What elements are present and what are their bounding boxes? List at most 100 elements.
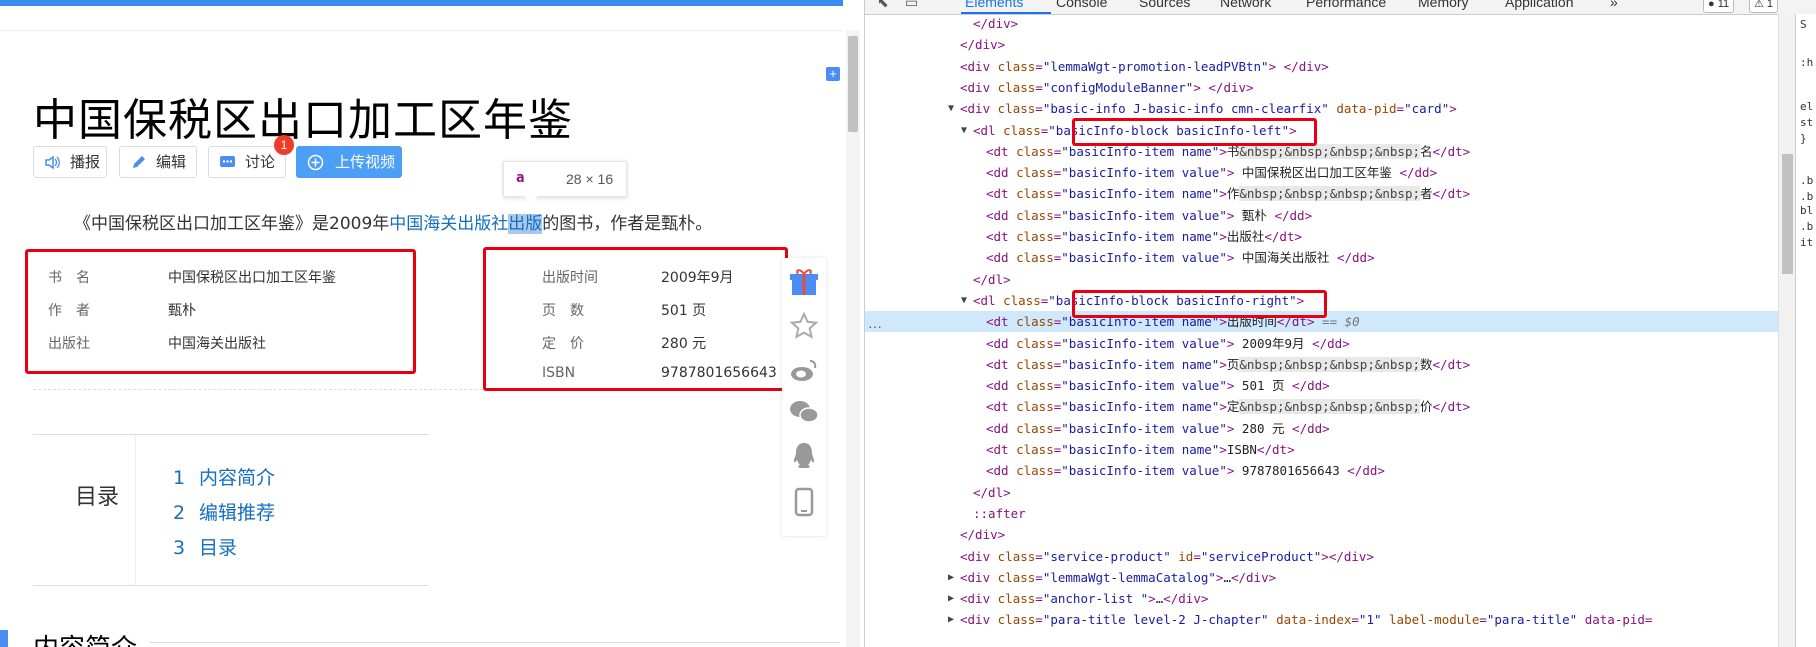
dom-node-line[interactable]: <div class="anchor-list ">…</div> <box>960 588 1208 609</box>
dom-node-line[interactable]: <div class="lemmaWgt-promotion-leadPVBtn… <box>960 56 1329 77</box>
styles-rule-fragment: S <box>1800 18 1807 31</box>
summary-text-before: 《中国保税区出口加工区年鉴》是2009年 <box>74 214 390 234</box>
device-toolbar-icon[interactable]: ▭ <box>905 0 918 11</box>
dom-node-line[interactable]: <div class="lemmaWgt-lemmaCatalog">…</di… <box>960 567 1276 588</box>
chat-icon <box>220 156 235 167</box>
weibo-icon[interactable] <box>786 352 822 388</box>
styles-pane[interactable]: S:h el st} .b .b bl .b it <box>1795 14 1816 647</box>
page-scrollbar[interactable] <box>846 30 860 647</box>
dom-node-line[interactable]: <dd class="basicInfo-item value"> 978780… <box>986 460 1385 481</box>
collapse-triangle-icon[interactable]: ▼ <box>961 120 967 141</box>
collapse-triangle-icon[interactable]: ▼ <box>961 290 967 311</box>
plus-circle-icon <box>307 154 324 171</box>
tooltip-size: 28 × 16 <box>566 171 614 187</box>
annotation-box-left <box>25 249 416 374</box>
upload-video-label: 上传视频 <box>335 154 396 171</box>
collapse-triangle-icon[interactable]: ▼ <box>948 98 954 119</box>
top-divider <box>0 30 843 31</box>
upload-video-button[interactable]: 上传视频 <box>296 146 402 178</box>
styles-rule-fragment: :h <box>1800 56 1814 69</box>
dom-node-line[interactable]: <div class="basic-info J-basic-info cmn-… <box>960 98 1457 119</box>
dom-node-line[interactable]: </dl> <box>973 269 1011 290</box>
styles-rule-fragment: .b <box>1800 190 1814 203</box>
dom-node-line[interactable]: <dt class="basicInfo-item name">作&nbsp;&… <box>986 183 1470 204</box>
annotation-box-right <box>483 247 788 391</box>
tooltip-tag: a <box>516 170 525 186</box>
dom-node-line[interactable]: <dt class="basicInfo-item name">ISBN</dt… <box>986 439 1295 460</box>
tab-application[interactable]: Application <box>1505 0 1574 10</box>
page-title: 中国保税区出口加工区年鉴 <box>33 95 573 146</box>
dom-node-line[interactable]: </div> <box>973 13 1018 34</box>
dom-tree[interactable]: </div> </div> <div class="lemmaWgt-promoti… <box>865 14 1778 647</box>
qq-icon[interactable] <box>786 438 822 474</box>
edit-button[interactable]: 编辑 <box>119 146 197 178</box>
toc-divider <box>135 435 136 585</box>
dom-tree-scrollbar-thumb[interactable] <box>1782 154 1793 274</box>
more-options-icon[interactable]: ··· <box>868 318 882 334</box>
speaker-icon <box>45 155 60 170</box>
toc-item[interactable]: 3 目录 <box>173 533 237 560</box>
annotation-box-dom-left <box>1072 118 1317 146</box>
dom-node-line[interactable]: <dd class="basicInfo-item value"> 中国保税区出… <box>986 162 1437 183</box>
annotation-box-dom-right <box>1072 290 1327 318</box>
publisher-link[interactable]: 中国海关出版社 <box>389 214 508 234</box>
wechat-icon[interactable] <box>786 394 822 430</box>
play-button[interactable]: 播报 <box>33 146 107 178</box>
section-title: 内容简介 <box>33 628 137 647</box>
dom-node-line[interactable]: </div> <box>960 524 1005 545</box>
dom-node-line[interactable]: <dd class="basicInfo-item value"> 501 页 … <box>986 375 1330 396</box>
inspect-icon[interactable]: ⬉ <box>877 0 889 11</box>
tab-network[interactable]: Network <box>1220 0 1271 10</box>
tab-sources[interactable]: Sources <box>1139 0 1190 10</box>
styles-rule-fragment: el <box>1800 100 1814 113</box>
devtools-panel: ⬉ ▭ Elements Console Sources Network Per… <box>864 0 1816 647</box>
dom-node-line[interactable]: <dt class="basicInfo-item name">出版社</dt> <box>986 226 1302 247</box>
dom-node-line[interactable]: <div class="service-product" id="service… <box>960 546 1374 567</box>
edit-label: 编辑 <box>156 154 187 171</box>
star-icon[interactable] <box>786 308 822 344</box>
styles-rule-fragment: st <box>1800 116 1814 129</box>
dom-node-line[interactable]: <div class="para-title level-2 J-chapter… <box>960 609 1652 630</box>
dom-node-line[interactable]: <dd class="basicInfo-item value"> 2009年9… <box>986 333 1350 354</box>
pencil-icon <box>133 156 145 168</box>
dom-node-line[interactable]: ::after <box>973 503 1026 524</box>
share-sidebar <box>782 258 826 536</box>
dom-node-line[interactable]: <dd class="basicInfo-item value"> 中国海关出版… <box>986 247 1375 268</box>
add-button[interactable]: + <box>826 67 840 81</box>
publish-link-highlighted[interactable]: 出版 <box>508 214 543 234</box>
dom-tree-scrollbar[interactable] <box>1778 14 1796 647</box>
notification-badge: 1 <box>274 135 294 155</box>
tab-memory[interactable]: Memory <box>1418 0 1469 10</box>
dom-node-line[interactable]: <dd class="basicInfo-item value"> 甄朴 </d… <box>986 205 1312 226</box>
dom-node-line[interactable]: <dd class="basicInfo-item value"> 280 元 … <box>986 418 1330 439</box>
expand-triangle-icon[interactable]: ▶ <box>948 588 954 609</box>
play-label: 播报 <box>70 154 101 171</box>
styles-rule-fragment: } <box>1800 132 1807 145</box>
tab-elements[interactable]: Elements <box>965 0 1023 10</box>
dom-node-line[interactable]: </dl> <box>973 482 1011 503</box>
expand-triangle-icon[interactable]: ▶ <box>948 609 954 630</box>
page-scrollbar-thumb[interactable] <box>848 36 858 132</box>
styles-rule-fragment: .b <box>1800 220 1814 233</box>
dom-node-line[interactable]: </div> <box>960 34 1005 55</box>
expand-triangle-icon[interactable]: ▶ <box>948 567 954 588</box>
styles-rule-fragment: it <box>1800 236 1814 249</box>
dom-node-line[interactable]: <dt class="basicInfo-item name">页&nbsp;&… <box>986 354 1470 375</box>
tab-more[interactable]: » <box>1610 0 1618 10</box>
error-count-badge[interactable]: ● 11 <box>1703 0 1735 13</box>
section-divider <box>150 642 840 643</box>
discuss-button[interactable]: 讨论 <box>208 146 286 178</box>
mobile-icon[interactable] <box>786 484 822 520</box>
dom-node-line[interactable]: <div class="configModuleBanner"> </div> <box>960 77 1254 98</box>
dom-node-line[interactable]: <dt class="basicInfo-item name">定&nbsp;&… <box>986 396 1470 417</box>
toc-item[interactable]: 1 内容简介 <box>173 463 275 490</box>
warning-count-badge[interactable]: ⚠ 1 <box>1749 0 1779 13</box>
styles-rule-fragment: bl <box>1800 204 1814 217</box>
section-marker <box>0 630 8 647</box>
styles-rule-fragment: .b <box>1800 174 1814 187</box>
gift-icon[interactable] <box>786 264 822 300</box>
tab-console[interactable]: Console <box>1056 0 1107 10</box>
toc-item[interactable]: 2 编辑推荐 <box>173 498 275 525</box>
tab-performance[interactable]: Performance <box>1306 0 1386 10</box>
lemma-summary: 《中国保税区出口加工区年鉴》是2009年中国海关出版社出版的图书，作者是甄朴。 <box>74 209 712 234</box>
